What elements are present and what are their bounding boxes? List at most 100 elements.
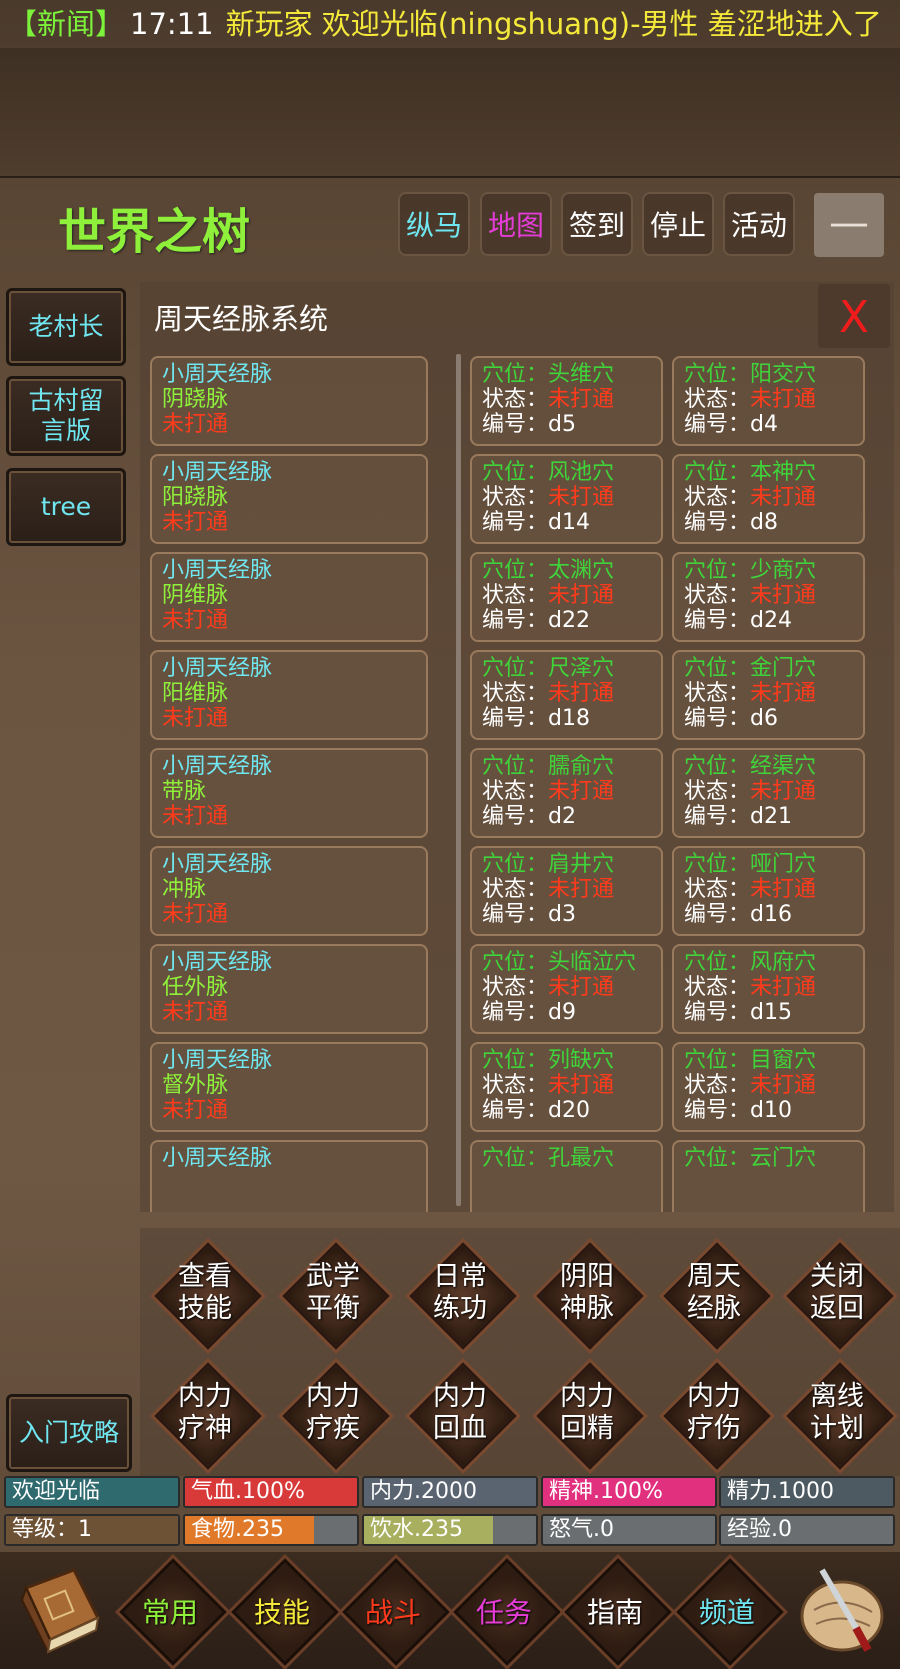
acupoint-name: 穴位：尺泽穴 <box>482 656 615 681</box>
acupoint-card[interactable]: 穴位：风府穴 状态：未打通 编号：d15 <box>672 944 865 1034</box>
acupoint-status-label: 状态： <box>482 779 549 804</box>
action-button[interactable]: 内力 疗疾 <box>281 1361 390 1470</box>
action-button[interactable]: 内力 回血 <box>408 1361 517 1470</box>
book-icon[interactable] <box>12 1560 108 1660</box>
meridian-panel: 周天经脉系统 X 小周天经脉 阴跷脉 未打通 小周天经脉 阳跷脉 未打通 小周天经脉 阴维脉未… <box>140 282 894 1212</box>
header-button-4[interactable]: 活动 <box>723 192 795 256</box>
acupoint-status-row: 状态：未打通 <box>684 877 853 902</box>
stat-bar: 欢迎光临 <box>4 1476 180 1508</box>
acupoint-status-label: 状态： <box>482 583 549 608</box>
acupoint-card[interactable]: 穴位：列缺穴 状态：未打通 编号：d20 <box>470 1042 663 1132</box>
action-button[interactable]: 关闭 返回 <box>785 1241 894 1350</box>
acupoint-card[interactable]: 穴位：孔最穴 <box>470 1140 663 1212</box>
acupoint-name: 穴位：风府穴 <box>684 950 817 975</box>
acupoint-card[interactable]: 穴位：本神穴 状态：未打通 编号：d8 <box>672 454 865 544</box>
acupoint-card[interactable]: 穴位：风池穴 状态：未打通 编号：d14 <box>470 454 663 544</box>
meridian-card[interactable]: 小周天经脉 冲脉 未打通 <box>150 846 428 936</box>
action-button[interactable]: 内力 疗伤 <box>662 1361 771 1470</box>
action-label: 离线 计划 <box>802 1381 872 1445</box>
acupoint-status-label: 状态： <box>684 387 751 412</box>
meridian-card[interactable]: 小周天经脉 带脉 未打通 <box>150 748 428 838</box>
acupoint-status-label: 状态： <box>684 1073 751 1098</box>
guide-button[interactable]: 入门攻略 <box>6 1394 132 1472</box>
meridian-status: 未打通 <box>162 510 229 535</box>
close-button[interactable]: X <box>818 284 890 348</box>
minimize-button[interactable]: — <box>814 193 884 257</box>
nav-item-1[interactable]: 技能 <box>227 1552 339 1669</box>
meridian-group: 小周天经脉 <box>162 1146 273 1171</box>
acupoint-card[interactable]: 穴位：臑俞穴 状态：未打通 编号：d2 <box>470 748 663 838</box>
acupoint-card[interactable]: 穴位：尺泽穴 状态：未打通 编号：d18 <box>470 650 663 740</box>
action-label-line: 返回 <box>810 1293 864 1324</box>
stat-bar: 气血.100% <box>183 1476 359 1508</box>
scrollbar[interactable] <box>456 354 461 1206</box>
nav-item-2[interactable]: 战斗 <box>338 1552 450 1669</box>
acupoint-status: 未打通 <box>548 975 615 1000</box>
nav-item-3[interactable]: 任务 <box>449 1552 561 1669</box>
action-label-line: 关闭 <box>810 1261 864 1292</box>
acupoint-name: 穴位：头临泣穴 <box>482 950 637 975</box>
sidebar-item-1[interactable]: 古村留言版 <box>6 376 126 456</box>
stat-text: 怒气.0 <box>549 1517 614 1542</box>
acupoint-status: 未打通 <box>750 877 817 902</box>
acupoint-card[interactable]: 穴位：金门穴 状态：未打通 编号：d6 <box>672 650 865 740</box>
header-button-1[interactable]: 地图 <box>480 192 552 256</box>
sidebar-item-2[interactable]: tree <box>6 468 126 546</box>
header-button-0[interactable]: 纵马 <box>398 192 470 256</box>
meridian-card[interactable]: 小周天经脉 <box>150 1140 428 1212</box>
acupoint-code: 编号：d15 <box>684 1000 792 1025</box>
acupoint-name: 穴位：孔最穴 <box>482 1146 615 1171</box>
acupoint-card[interactable]: 穴位：云门穴 <box>672 1140 865 1212</box>
action-button[interactable]: 查看 技能 <box>153 1241 262 1350</box>
meridian-card[interactable]: 小周天经脉 阳跷脉 未打通 <box>150 454 428 544</box>
acupoint-card[interactable]: 穴位：头维穴 状态：未打通 编号：d5 <box>470 356 663 446</box>
action-label-line: 计划 <box>810 1413 864 1444</box>
meridian-card[interactable]: 小周天经脉 阳维脉 未打通 <box>150 650 428 740</box>
meridian-card[interactable]: 小周天经脉 任外脉 未打通 <box>150 944 428 1034</box>
scroll-icon[interactable] <box>792 1560 892 1660</box>
meridian-name: 阳跷脉 <box>162 485 229 510</box>
header-button-3[interactable]: 停止 <box>642 192 714 256</box>
stat-bar: 怒气.0 <box>541 1514 717 1546</box>
acupoint-card[interactable]: 穴位：太渊穴 状态：未打通 编号：d22 <box>470 552 663 642</box>
acupoint-card[interactable]: 穴位：目窗穴 状态：未打通 编号：d10 <box>672 1042 865 1132</box>
nav-item-5[interactable]: 频道 <box>672 1552 784 1669</box>
action-label: 武学 平衡 <box>298 1261 368 1325</box>
acupoint-card[interactable]: 穴位：哑门穴 状态：未打通 编号：d16 <box>672 846 865 936</box>
action-button[interactable]: 日常 练功 <box>408 1241 517 1350</box>
acupoint-card[interactable]: 穴位：头临泣穴 状态：未打通 编号：d9 <box>470 944 663 1034</box>
meridian-status: 未打通 <box>162 608 229 633</box>
acupoint-status: 未打通 <box>548 779 615 804</box>
acupoint-card[interactable]: 穴位：经渠穴 状态：未打通 编号：d21 <box>672 748 865 838</box>
action-label-line: 内力 <box>560 1381 614 1412</box>
meridian-card[interactable]: 小周天经脉 阴跷脉 未打通 <box>150 356 428 446</box>
acupoint-card[interactable]: 穴位：阳交穴 状态：未打通 编号：d4 <box>672 356 865 446</box>
world-title: 世界之树 <box>58 204 251 260</box>
action-button[interactable]: 内力 疗神 <box>153 1361 262 1470</box>
acupoint-status-label: 状态： <box>684 877 751 902</box>
action-label: 内力 回精 <box>552 1381 622 1445</box>
sidebar-item-0[interactable]: 老村长 <box>6 288 126 366</box>
header-button-2[interactable]: 签到 <box>561 192 633 256</box>
meridian-name: 督外脉 <box>162 1073 229 1098</box>
acupoint-card[interactable]: 穴位：肩井穴 状态：未打通 编号：d3 <box>470 846 663 936</box>
action-label: 周天 经脉 <box>679 1261 749 1325</box>
acupoint-name: 穴位：经渠穴 <box>684 754 817 779</box>
acupoint-card[interactable]: 穴位：少商穴 状态：未打通 编号：d24 <box>672 552 865 642</box>
action-button[interactable]: 周天 经脉 <box>662 1241 771 1350</box>
acupoint-name: 穴位：云门穴 <box>684 1146 817 1171</box>
action-button[interactable]: 阴阳 神脉 <box>535 1241 644 1350</box>
action-button[interactable]: 内力 回精 <box>535 1361 644 1470</box>
top-banner <box>0 48 900 178</box>
meridian-list[interactable]: 小周天经脉 阴跷脉 未打通 小周天经脉 阳跷脉 未打通 小周天经脉 阴维脉 未打通 小周天经脉 阳维… <box>140 354 894 1212</box>
acupoint-status-label: 状态： <box>684 975 751 1000</box>
meridian-card[interactable]: 小周天经脉 阴维脉 未打通 <box>150 552 428 642</box>
meridian-card[interactable]: 小周天经脉 督外脉 未打通 <box>150 1042 428 1132</box>
action-button[interactable]: 离线 计划 <box>785 1361 894 1470</box>
nav-item-4[interactable]: 指南 <box>560 1552 672 1669</box>
acupoint-status-label: 状态： <box>482 681 549 706</box>
nav-item-0[interactable]: 常用 <box>115 1552 227 1669</box>
stat-text: 欢迎光临 <box>12 1479 101 1504</box>
action-button[interactable]: 武学 平衡 <box>281 1241 390 1350</box>
action-label-line: 平衡 <box>306 1293 360 1324</box>
